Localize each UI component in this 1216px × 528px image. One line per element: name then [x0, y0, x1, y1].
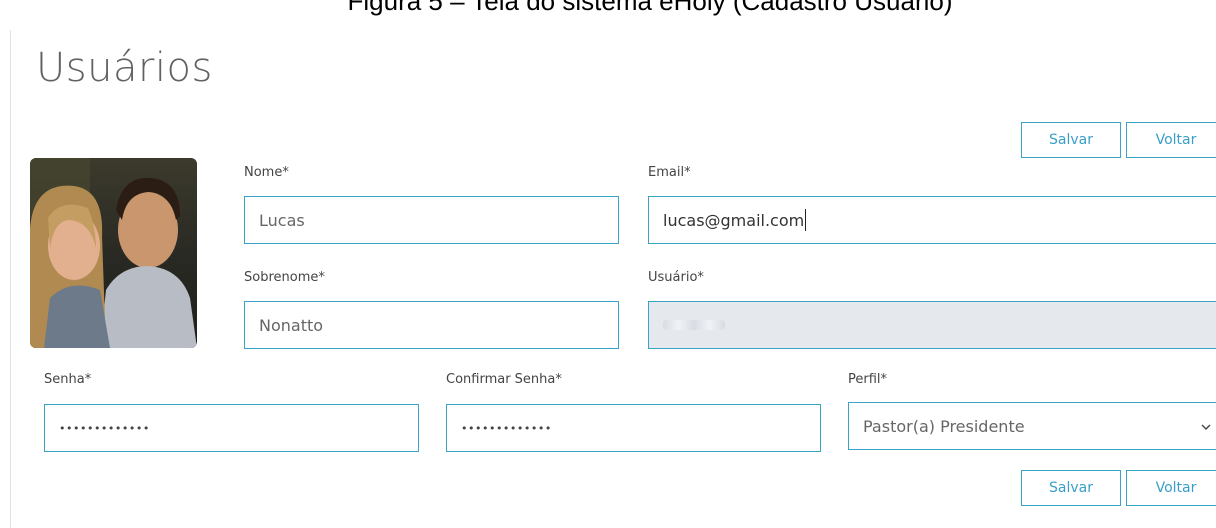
panel-border: [10, 30, 11, 528]
chevron-down-icon: [1201, 424, 1211, 430]
confirmar-senha-value: •••••••••••••: [461, 421, 552, 435]
email-label: Email*: [648, 165, 691, 180]
nome-value: Lucas: [259, 210, 305, 230]
back-button-bottom[interactable]: Voltar: [1126, 470, 1216, 506]
usuario-input: [648, 301, 1216, 349]
save-button-top[interactable]: Salvar: [1021, 122, 1121, 158]
senha-input[interactable]: •••••••••••••: [44, 404, 419, 452]
sobrenome-value: Nonatto: [259, 315, 324, 335]
sobrenome-label: Sobrenome*: [244, 270, 325, 285]
email-value: lucas@gmail.com: [663, 210, 805, 230]
senha-label: Senha*: [44, 372, 92, 387]
perfil-value: Pastor(a) Presidente: [863, 416, 1025, 436]
blurred-username: [663, 320, 725, 330]
senha-value: •••••••••••••: [59, 421, 150, 435]
text-cursor: [805, 209, 807, 231]
sobrenome-input[interactable]: Nonatto: [244, 301, 619, 349]
email-input[interactable]: lucas@gmail.com: [648, 196, 1216, 244]
user-photo-image: [30, 158, 197, 348]
confirmar-senha-label: Confirmar Senha*: [446, 372, 562, 387]
page-title: Usuários: [36, 45, 213, 91]
nome-label: Nome*: [244, 165, 289, 180]
perfil-select[interactable]: Pastor(a) Presidente: [848, 402, 1216, 450]
confirmar-senha-input[interactable]: •••••••••••••: [446, 404, 821, 452]
figure-caption: Figura 5 – Tela do sistema eHoly (Cadast…: [347, 0, 953, 16]
usuario-label: Usuário*: [648, 270, 704, 285]
perfil-label: Perfil*: [848, 372, 888, 387]
back-button-top[interactable]: Voltar: [1126, 122, 1216, 158]
save-button-bottom[interactable]: Salvar: [1021, 470, 1121, 506]
user-photo[interactable]: [30, 158, 197, 348]
nome-input[interactable]: Lucas: [244, 196, 619, 244]
